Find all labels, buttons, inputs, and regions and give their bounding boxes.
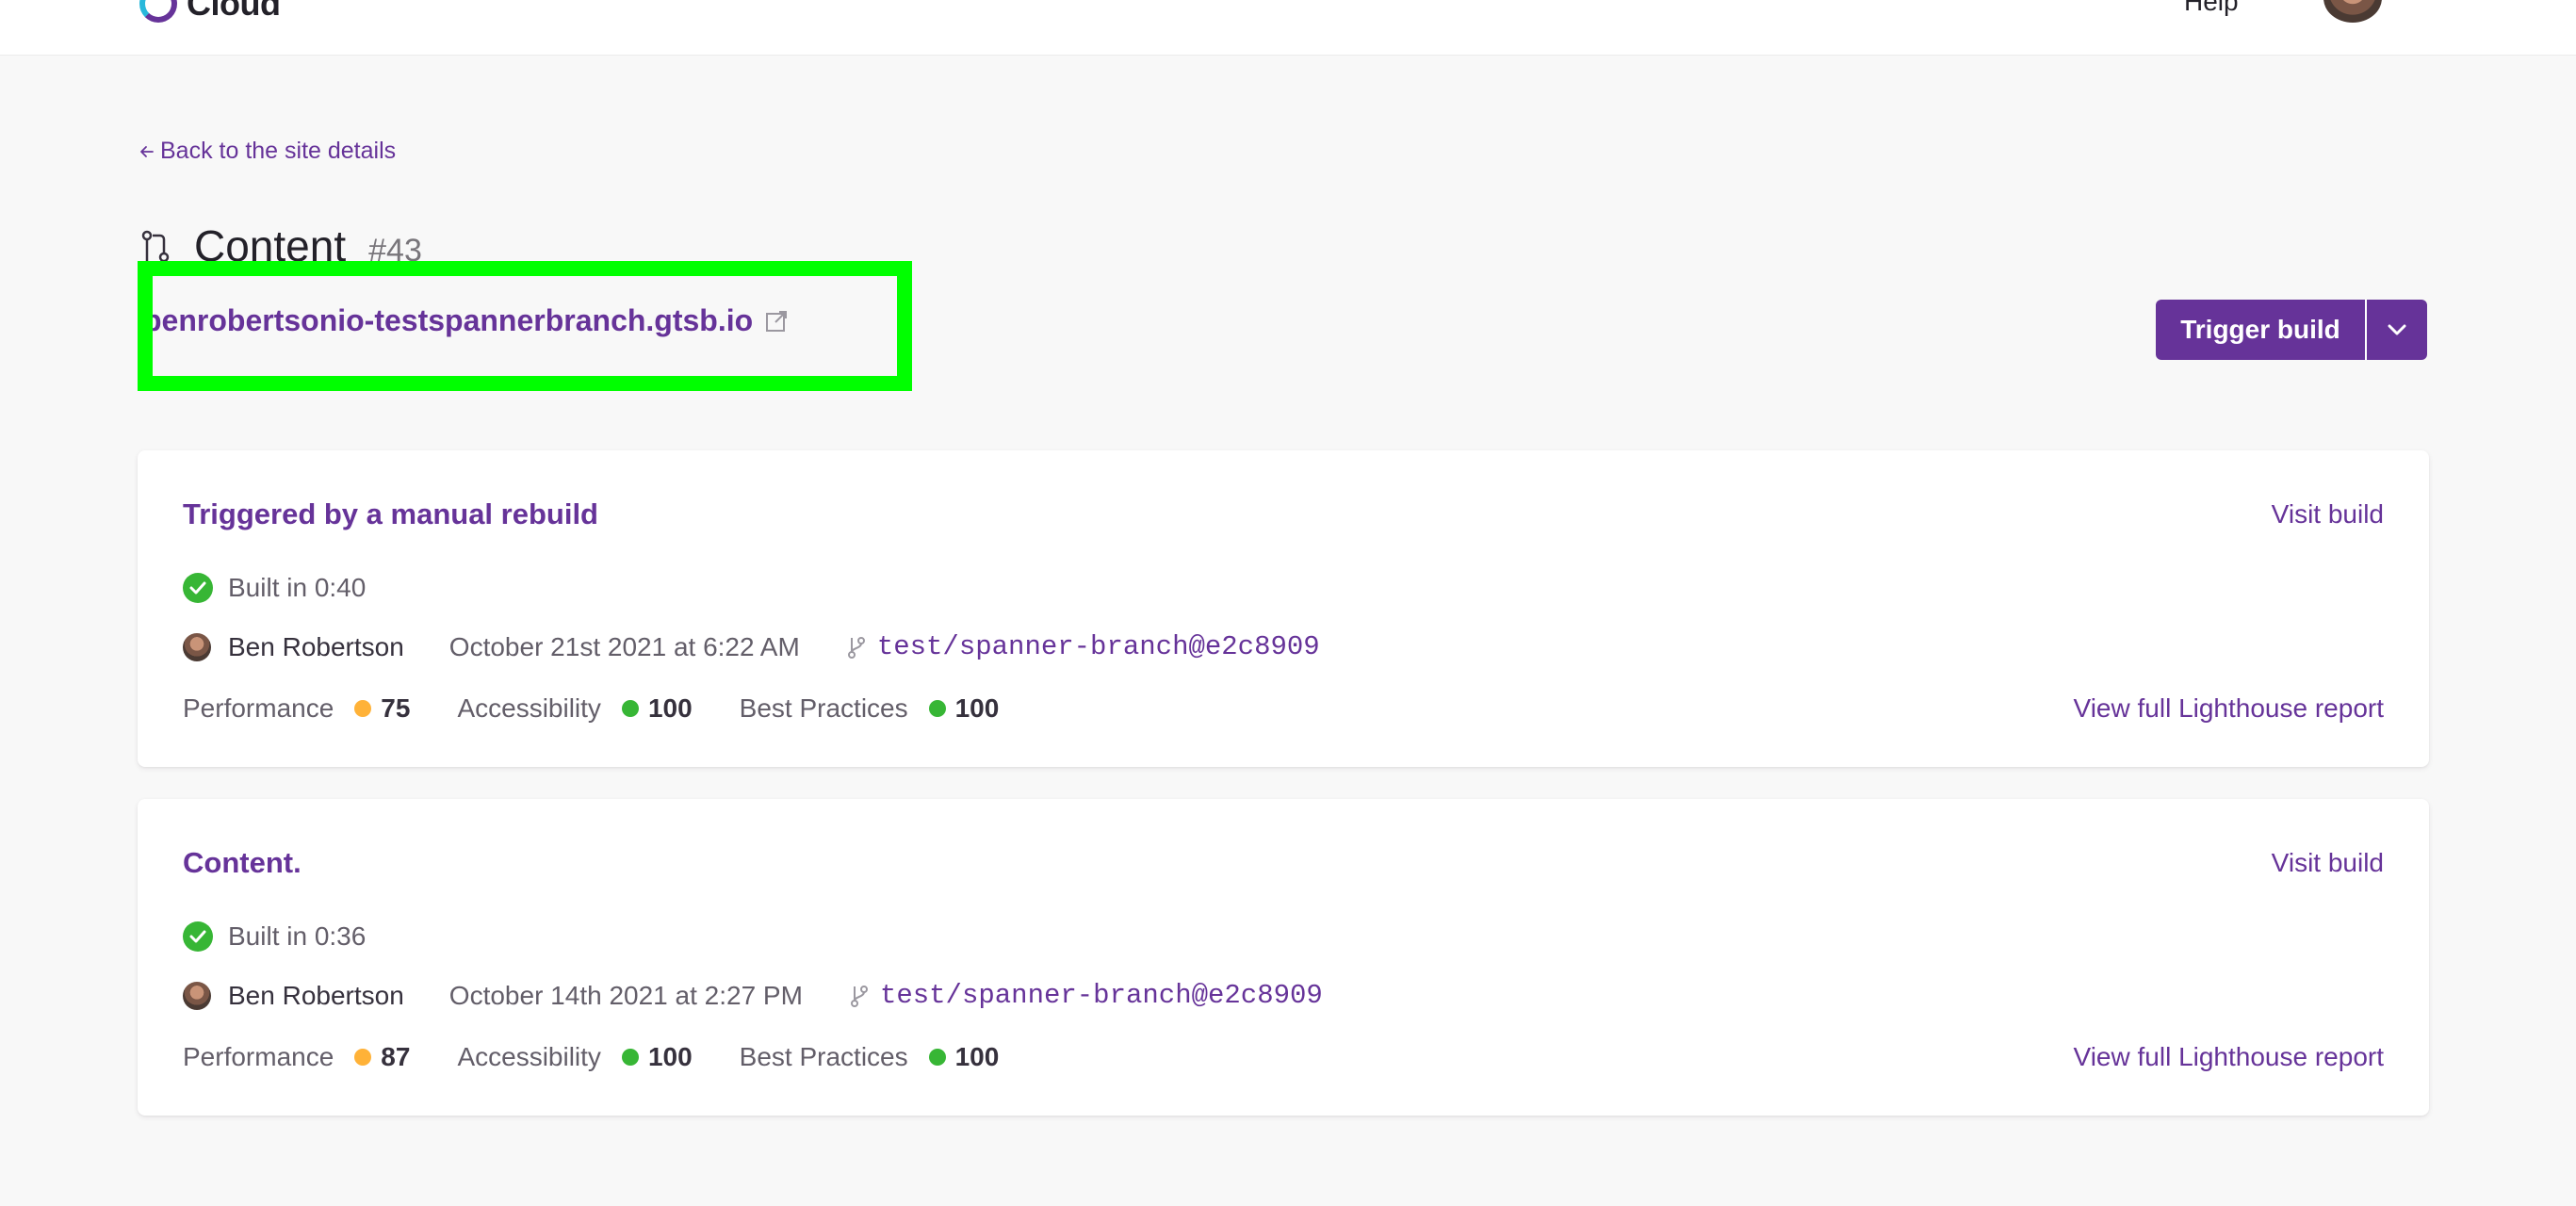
build-status: Built in 0:40 xyxy=(183,573,366,603)
top-header: Cloud Help xyxy=(0,0,2576,56)
build-meta: Ben Robertson October 14th 2021 at 2:27 … xyxy=(183,980,1323,1011)
score-value-accessibility: 100 xyxy=(647,1042,693,1071)
lighthouse-scores: Performance 75 Accessibility 100 Best Pr… xyxy=(183,693,1046,724)
score-dot-good xyxy=(621,1049,639,1066)
arrow-left-icon xyxy=(140,145,154,157)
score-label-best-practices: Best Practices xyxy=(739,693,908,723)
lighthouse-report-link[interactable]: View full Lighthouse report xyxy=(2074,693,2384,724)
author-name: Ben Robertson xyxy=(228,980,404,1010)
back-to-site-details-link[interactable]: Back to the site details xyxy=(138,138,396,165)
git-branch-icon xyxy=(850,985,868,1007)
author-name: Ben Robertson xyxy=(228,631,404,661)
chevron-down-icon xyxy=(2388,324,2406,335)
git-branch-icon xyxy=(847,636,865,659)
build-title-link[interactable]: Triggered by a manual rebuild xyxy=(183,497,598,531)
help-link[interactable]: Help xyxy=(2184,0,2239,17)
success-check-icon xyxy=(183,573,213,603)
score-label-accessibility: Accessibility xyxy=(457,693,601,723)
score-value-accessibility: 100 xyxy=(647,693,693,723)
score-value-best-practices: 100 xyxy=(954,1042,1000,1071)
build-date: October 14th 2021 at 2:27 PM xyxy=(448,980,803,1010)
visit-build-link[interactable]: Visit build xyxy=(2272,848,2384,878)
logo-text: Cloud xyxy=(187,0,281,23)
score-dot-good xyxy=(621,700,639,717)
score-dot-warning xyxy=(354,1049,372,1066)
build-title-link[interactable]: Content. xyxy=(183,846,302,880)
commit-link[interactable]: test/spanner-branch@e2c8909 xyxy=(850,980,1323,1011)
commit-ref: test/spanner-branch@e2c8909 xyxy=(879,980,1323,1011)
gatsby-cloud-logo[interactable]: Cloud xyxy=(139,0,281,23)
trigger-build-options-button[interactable] xyxy=(2365,300,2427,360)
score-label-performance: Performance xyxy=(183,1042,334,1071)
back-link-label: Back to the site details xyxy=(160,138,397,164)
trigger-build-group: Trigger build xyxy=(2156,300,2427,360)
author-avatar xyxy=(183,632,211,661)
gatsby-logo-icon xyxy=(139,0,177,23)
score-label-accessibility: Accessibility xyxy=(457,1042,601,1071)
pull-request-icon xyxy=(141,230,170,263)
author-avatar xyxy=(183,981,211,1010)
highlight-box xyxy=(138,261,912,391)
score-label-best-practices: Best Practices xyxy=(739,1042,908,1071)
score-label-performance: Performance xyxy=(183,693,334,723)
lighthouse-report-link[interactable]: View full Lighthouse report xyxy=(2074,1042,2384,1072)
build-card: Triggered by a manual rebuild Visit buil… xyxy=(138,450,2429,767)
trigger-build-button[interactable]: Trigger build xyxy=(2156,300,2365,360)
score-value-performance: 87 xyxy=(381,1042,411,1071)
score-value-performance: 75 xyxy=(381,693,411,723)
build-duration: Built in 0:36 xyxy=(228,921,367,951)
build-duration: Built in 0:40 xyxy=(228,573,367,602)
lighthouse-scores: Performance 87 Accessibility 100 Best Pr… xyxy=(183,1042,1046,1072)
score-dot-warning xyxy=(354,700,372,717)
build-status: Built in 0:36 xyxy=(183,921,366,952)
build-meta: Ben Robertson October 21st 2021 at 6:22 … xyxy=(183,631,1320,662)
success-check-icon xyxy=(183,921,213,952)
user-avatar[interactable] xyxy=(2323,0,2382,23)
score-dot-good xyxy=(928,700,946,717)
commit-ref: test/spanner-branch@e2c8909 xyxy=(876,631,1320,662)
visit-build-link[interactable]: Visit build xyxy=(2272,499,2384,530)
build-date: October 21st 2021 at 6:22 AM xyxy=(448,631,800,661)
score-value-best-practices: 100 xyxy=(954,693,1000,723)
score-dot-good xyxy=(928,1049,946,1066)
commit-link[interactable]: test/spanner-branch@e2c8909 xyxy=(847,631,1320,662)
build-card: Content. Visit build Built in 0:36 Ben R… xyxy=(138,799,2429,1116)
